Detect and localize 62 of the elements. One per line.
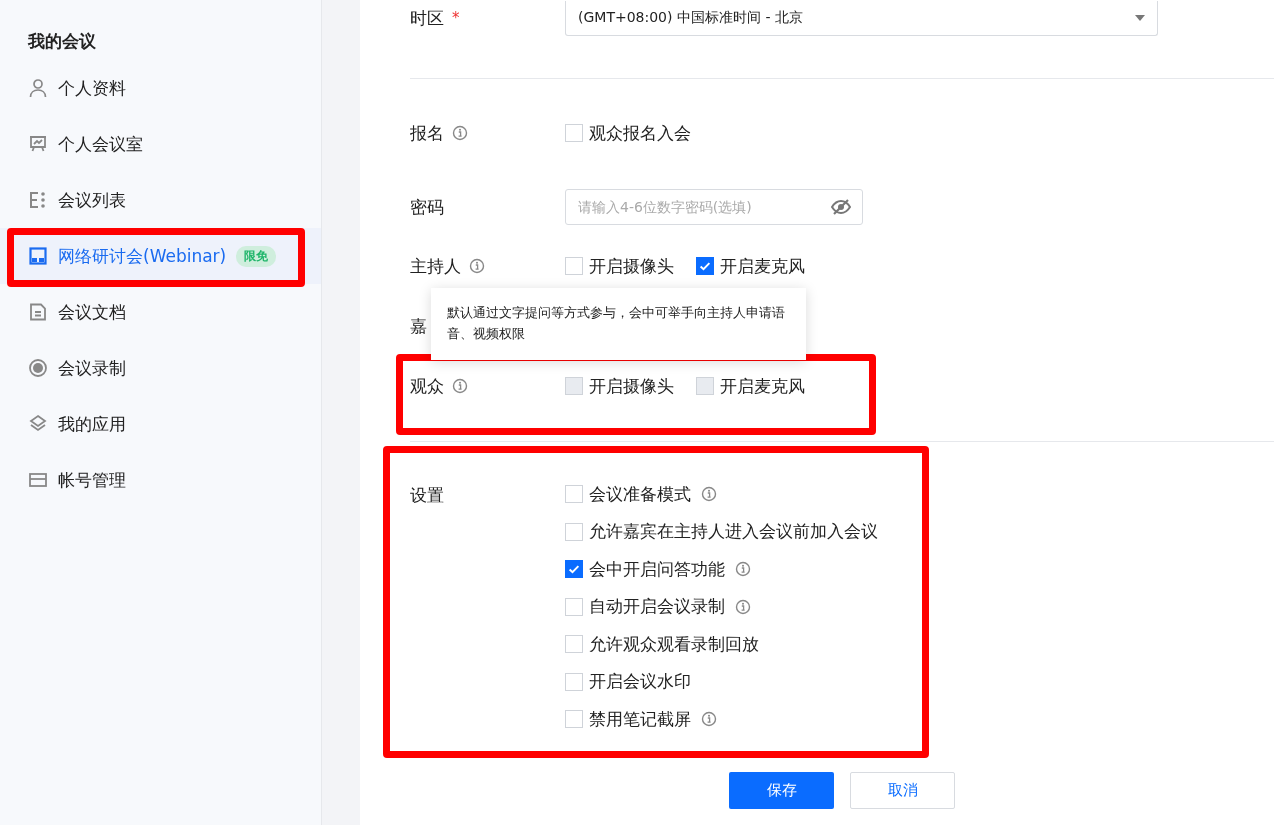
sidebar-item-label: 个人资料 <box>58 76 126 100</box>
checkbox-label: 开启摄像头 <box>589 254 674 278</box>
sidebar-item[interactable]: 会议列表 <box>0 172 321 228</box>
checkbox-label: 自动开启会议录制 <box>589 595 725 618</box>
info-icon[interactable] <box>735 598 751 615</box>
sidebar-item-label: 会议录制 <box>58 356 126 380</box>
sidebar-item[interactable]: 帐号管理 <box>0 452 321 508</box>
checkbox-label: 会中开启问答功能 <box>589 557 725 581</box>
checkbox-label: 禁用笔记截屏 <box>589 707 691 731</box>
info-icon[interactable] <box>735 561 751 577</box>
checkbox[interactable] <box>696 257 714 275</box>
checkbox-label: 观众报名入会 <box>589 121 691 145</box>
record-icon <box>28 358 48 378</box>
field-label: 报名 <box>410 121 444 145</box>
dropdown-caret-icon <box>1135 14 1145 21</box>
field-label: 主持人 <box>410 254 461 278</box>
document-icon <box>28 302 48 322</box>
field-label: 密码 <box>410 195 444 219</box>
checkbox-label: 开启麦克风 <box>720 254 805 278</box>
sidebar-item-label: 我的应用 <box>58 412 126 436</box>
cancel-button[interactable]: 取消 <box>850 772 955 809</box>
field-label: 观众 <box>410 374 444 398</box>
info-icon[interactable] <box>452 125 468 141</box>
info-icon[interactable] <box>469 258 485 274</box>
sidebar-item[interactable]: 会议录制 <box>0 340 321 396</box>
card-icon <box>28 470 48 490</box>
sidebar-item[interactable]: 个人资料 <box>0 60 321 116</box>
checkbox-label: 会议准备模式 <box>589 482 691 506</box>
sidebar-title: 我的会议 <box>27 30 97 53</box>
free-badge: 限免 <box>236 245 277 267</box>
sidebar-item[interactable]: 网络研讨会(Webinar) 限免 <box>0 228 321 284</box>
timezone-select[interactable]: (GMT+08:00) 中国标准时间 - 北京 <box>565 0 1158 36</box>
screen-icon <box>28 246 48 266</box>
list-icon <box>28 190 48 210</box>
checkbox-label: 开启会议水印 <box>589 670 691 693</box>
tooltip: 默认通过文字提问等方式参与，会中可举手向主持人申请语音、视频权限 <box>431 288 806 360</box>
sidebar-item-label: 会议文档 <box>58 300 126 324</box>
checkbox-label: 允许嘉宾在主持人进入会议前加入会议 <box>589 520 878 543</box>
checkbox[interactable] <box>565 560 583 578</box>
eye-hidden-icon[interactable] <box>831 199 851 215</box>
info-icon[interactable] <box>452 378 468 394</box>
info-icon[interactable] <box>701 711 717 727</box>
checkbox-label: 开启麦克风 <box>720 374 805 398</box>
required-mark: * <box>452 9 460 27</box>
field-label: 嘉 <box>410 314 427 338</box>
info-icon[interactable] <box>701 486 717 502</box>
field-label: 时区 <box>410 6 444 30</box>
presentation-board-icon <box>28 134 48 154</box>
checkbox-label: 允许观众观看录制回放 <box>589 632 759 656</box>
sidebar-item-label: 帐号管理 <box>58 468 126 492</box>
sidebar-item[interactable]: 我的应用 <box>0 396 321 452</box>
password-field[interactable]: 请输入4-6位数字密码(选填) <box>565 189 863 225</box>
sidebar-item-label: 个人会议室 <box>58 132 143 156</box>
layers-icon <box>28 414 48 434</box>
sidebar-item[interactable]: 个人会议室 <box>0 116 321 172</box>
save-button[interactable]: 保存 <box>729 772 834 809</box>
sidebar-item-label: 会议列表 <box>58 188 126 212</box>
sidebar-item-label: 网络研讨会(Webinar) <box>58 244 227 268</box>
field-label: 设置 <box>410 484 444 507</box>
checkbox-label: 开启摄像头 <box>589 374 674 398</box>
person-icon <box>28 78 48 98</box>
sidebar-item[interactable]: 会议文档 <box>0 284 321 340</box>
